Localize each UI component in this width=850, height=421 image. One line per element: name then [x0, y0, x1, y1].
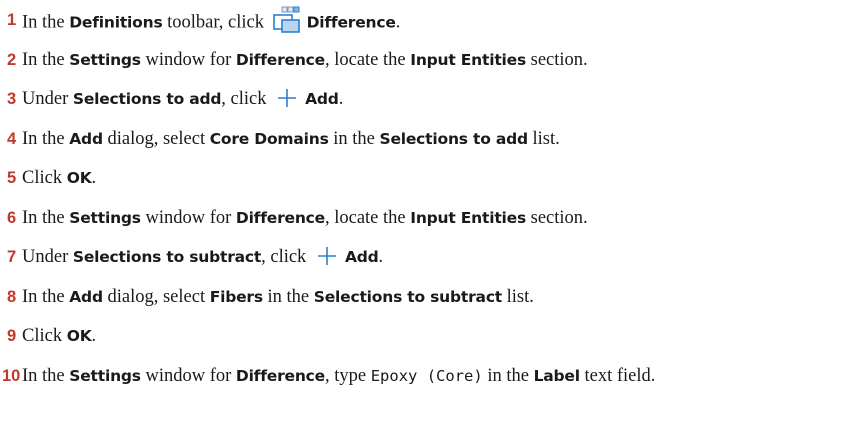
step-text: In the Add dialog, select Fibers in the …	[22, 286, 534, 308]
step-item: 5 Click OK.	[0, 167, 850, 207]
step-item: 7 Under Selections to subtract, click Add…	[0, 246, 850, 286]
ui-term: Fibers	[209, 287, 263, 306]
step-text-fragment: window for	[140, 365, 236, 386]
add-icon	[275, 87, 299, 109]
ui-term: OK	[66, 169, 92, 187]
step-text-fragment: list.	[527, 128, 560, 149]
ui-term: Difference	[235, 208, 325, 227]
step-text-fragment: In the	[22, 128, 70, 149]
step-item: 4 In the Add dialog, select Core Domains …	[0, 128, 850, 168]
ui-term: Core Domains	[209, 129, 329, 148]
step-text-fragment: , type	[324, 365, 371, 386]
step-text-fragment: window for	[140, 207, 236, 228]
ui-term: Selections to add	[379, 129, 528, 148]
typed-value: Epoxy (Core)	[370, 366, 483, 385]
step-item: 2 In the Settings window for Difference, …	[0, 49, 850, 89]
step-number: 10	[2, 366, 21, 385]
difference-icon	[271, 6, 303, 34]
ui-term: Settings	[69, 50, 141, 69]
step-text-fragment: , click	[221, 89, 272, 109]
step-text-fragment: , locate the	[324, 49, 411, 70]
step-text-fragment: .	[338, 89, 344, 109]
ui-term: Selections to add	[72, 90, 222, 108]
step-text-fragment: .	[395, 12, 401, 33]
ui-term: Selections to subtract	[313, 287, 503, 306]
step-text-fragment: .	[91, 168, 97, 188]
step-text-fragment: in the	[328, 128, 380, 149]
ui-term: Add	[344, 248, 379, 266]
ui-term: Difference	[306, 13, 396, 32]
step-text-fragment: list.	[502, 286, 534, 307]
ui-term: Settings	[69, 366, 141, 385]
step-item: 3 Under Selections to add, click Add.	[0, 88, 850, 128]
step-text: In the Settings window for Difference, l…	[22, 49, 588, 71]
ui-term: Settings	[69, 208, 141, 227]
step-text-fragment: text field.	[579, 365, 656, 386]
ui-term: Add	[69, 129, 103, 148]
step-item: 8 In the Add dialog, select Fibers in the…	[0, 286, 850, 326]
ui-term: Add	[305, 90, 339, 108]
step-item: 6 In the Settings window for Difference, …	[0, 207, 850, 247]
step-text-fragment: In the	[22, 365, 70, 386]
step-text-fragment: dialog, select	[102, 286, 210, 307]
step-text-fragment: , locate the	[324, 207, 411, 228]
step-text-fragment: , click	[261, 247, 311, 267]
step-text-fragment: In the	[22, 12, 70, 33]
step-text-fragment: In the	[22, 49, 70, 70]
add-icon	[315, 245, 339, 267]
step-text: Under Selections to subtract, click Add.	[22, 246, 383, 269]
ui-term: Difference	[235, 366, 325, 385]
step-text-fragment: Under	[22, 89, 73, 109]
step-item: 10 In the Settings window for Difference,…	[0, 365, 850, 405]
step-item: 9 Click OK.	[0, 325, 850, 365]
ui-term: Selections to subtract	[72, 248, 262, 266]
ui-term: Difference	[235, 50, 325, 69]
ui-term: Input Entities	[410, 208, 526, 227]
step-text-fragment: In the	[22, 207, 70, 228]
step-text: Click OK.	[22, 167, 96, 189]
step-text: In the Settings window for Difference, l…	[22, 207, 588, 229]
step-text-fragment: Click	[22, 326, 67, 346]
step-text-fragment: .	[91, 326, 97, 346]
step-item: 1 In the Definitions toolbar, click Diffe…	[0, 6, 850, 49]
step-text-fragment: in the	[262, 286, 314, 307]
ui-term: Label	[533, 366, 580, 385]
step-text-fragment: window for	[140, 49, 236, 70]
step-text-fragment: dialog, select	[102, 128, 210, 149]
step-text-fragment: .	[378, 247, 384, 267]
step-text: In the Settings window for Difference, t…	[22, 365, 655, 387]
ui-term: Add	[69, 287, 103, 306]
step-text-fragment: Click	[22, 168, 67, 188]
step-text-fragment: In the	[22, 286, 70, 307]
ui-term: Definitions	[69, 13, 163, 32]
step-text-fragment: section.	[526, 49, 588, 70]
step-text: Under Selections to add, click Add.	[22, 88, 343, 111]
step-text: In the Definitions toolbar, click Differ…	[22, 6, 401, 37]
ui-term: Input Entities	[410, 50, 526, 69]
step-text-fragment: toolbar, click	[162, 12, 269, 33]
step-text-fragment: Under	[22, 247, 73, 267]
ui-term: OK	[66, 327, 92, 345]
step-text-fragment: in the	[482, 365, 534, 386]
step-text-fragment: section.	[526, 207, 588, 228]
step-text: In the Add dialog, select Core Domains i…	[22, 128, 560, 150]
step-text: Click OK.	[22, 325, 96, 347]
instruction-steps: 1 In the Definitions toolbar, click Diffe…	[0, 6, 850, 405]
